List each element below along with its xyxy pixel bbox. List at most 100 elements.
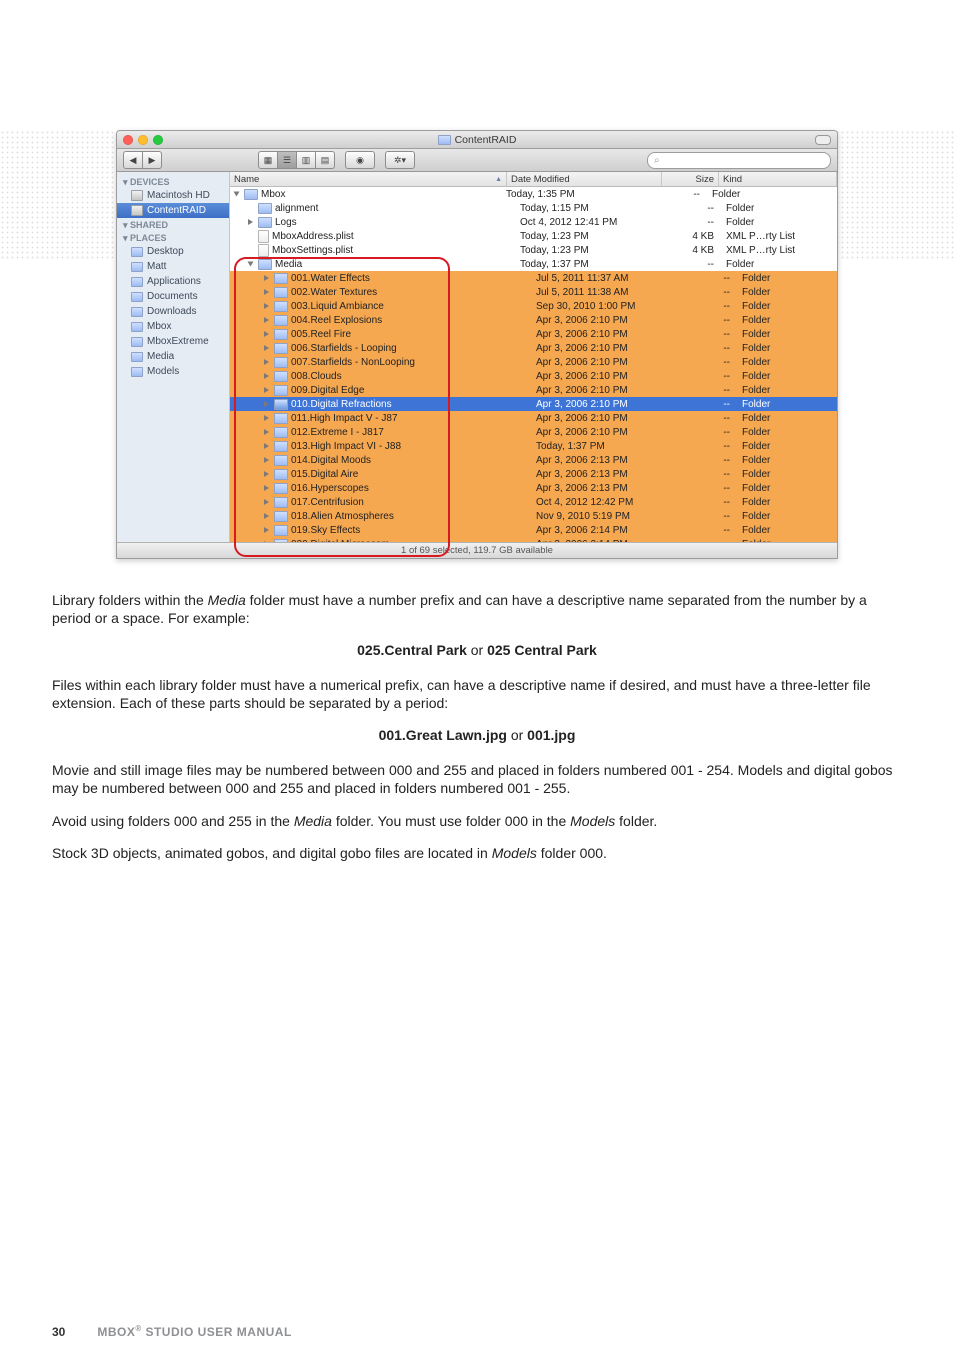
disclosure-triangle-icon[interactable] [264,275,269,281]
disclosure-triangle-icon[interactable] [264,373,269,379]
sidebar-item-label: Mbox [147,320,171,333]
disclosure-triangle-icon[interactable] [264,345,269,351]
file-row[interactable]: 009.Digital EdgeApr 3, 2006 2:10 PM--Fol… [230,383,837,397]
file-row[interactable]: 008.CloudsApr 3, 2006 2:10 PM--Folder [230,369,837,383]
disclosure-triangle-icon[interactable] [264,387,269,393]
cell-s: -- [682,483,736,494]
disclosure-triangle-icon[interactable] [264,317,269,323]
cell-k: Folder [736,497,837,508]
view-columns-button[interactable]: ▥ [297,151,316,169]
forward-button[interactable]: ▶ [143,151,162,169]
file-row[interactable]: MediaToday, 1:37 PM--Folder [230,257,837,271]
cell-k: Folder [736,441,837,452]
file-row[interactable]: 006.Starfields - LoopingApr 3, 2006 2:10… [230,341,837,355]
cell-d: Apr 3, 2006 2:10 PM [532,371,682,382]
disclosure-triangle-icon[interactable] [264,289,269,295]
disclosure-triangle-icon[interactable] [264,457,269,463]
sidebar-item[interactable]: Media [117,349,229,364]
sidebar-section[interactable]: ▾ SHARED [117,218,229,231]
folder-icon [274,287,288,298]
disclosure-triangle-icon[interactable] [264,303,269,309]
folder-icon [274,483,288,494]
cell-k: Folder [736,469,837,480]
back-button[interactable]: ◀ [123,151,143,169]
file-row[interactable]: 001.Water EffectsJul 5, 2011 11:37 AM--F… [230,271,837,285]
disclosure-triangle-icon[interactable] [264,499,269,505]
file-row[interactable]: 017.CentrifusionOct 4, 2012 12:42 PM--Fo… [230,495,837,509]
disclosure-triangle-icon[interactable] [234,192,240,197]
file-row[interactable]: 012.Extreme I - J817Apr 3, 2006 2:10 PM-… [230,425,837,439]
cell-k: Folder [706,189,837,200]
cell-s: -- [682,511,736,522]
file-row[interactable]: alignmentToday, 1:15 PM--Folder [230,201,837,215]
sidebar-item[interactable]: Mbox [117,319,229,334]
sidebar-item[interactable]: Matt [117,259,229,274]
disclosure-triangle-icon[interactable] [264,331,269,337]
sidebar-item[interactable]: Applications [117,274,229,289]
sidebar-item[interactable]: Documents [117,289,229,304]
cell-d: Today, 1:37 PM [532,441,682,452]
file-name: 017.Centrifusion [291,497,364,508]
disclosure-triangle-icon[interactable] [264,443,269,449]
file-name: MboxAddress.plist [272,231,354,242]
folder-icon [258,203,272,214]
cell-k: Folder [736,273,837,284]
column-headers[interactable]: Name▲ Date Modified Size Kind [230,172,837,187]
disclosure-triangle-icon[interactable] [264,527,269,533]
file-row[interactable]: 010.Digital RefractionsApr 3, 2006 2:10 … [230,397,837,411]
search-input[interactable]: ⌕ [647,152,831,169]
disclosure-triangle-icon[interactable] [264,541,269,542]
view-icons-button[interactable]: ▦ [258,151,278,169]
file-row[interactable]: 011.High Impact V - J87Apr 3, 2006 2:10 … [230,411,837,425]
disclosure-triangle-icon[interactable] [248,262,254,267]
sidebar-item[interactable]: Macintosh HD [117,188,229,203]
file-row[interactable]: 015.Digital AireApr 3, 2006 2:13 PM--Fol… [230,467,837,481]
disclosure-triangle-icon[interactable] [264,401,269,407]
file-row[interactable]: 002.Water TexturesJul 5, 2011 11:38 AM--… [230,285,837,299]
disclosure-triangle-icon[interactable] [264,471,269,477]
view-coverflow-button[interactable]: ▤ [316,151,335,169]
file-row[interactable]: LogsOct 4, 2012 12:41 PM--Folder [230,215,837,229]
file-icon [258,230,269,243]
action-button[interactable]: ✲▾ [385,151,415,169]
quicklook-button[interactable]: ◉ [345,151,375,169]
file-list[interactable]: MboxToday, 1:35 PM--FolderalignmentToday… [230,187,837,542]
file-row[interactable]: 005.Reel FireApr 3, 2006 2:10 PM--Folder [230,327,837,341]
file-row[interactable]: 014.Digital MoodsApr 3, 2006 2:13 PM--Fo… [230,453,837,467]
titlebar[interactable]: ContentRAID [117,131,837,149]
disclosure-triangle-icon[interactable] [264,359,269,365]
cell-k: Folder [736,343,837,354]
disclosure-triangle-icon[interactable] [264,485,269,491]
file-row[interactable]: 003.Liquid AmbianceSep 30, 2010 1:00 PM-… [230,299,837,313]
sidebar-item[interactable]: ContentRAID [117,203,229,218]
cell-s: 4 KB [666,245,720,256]
file-row[interactable]: 018.Alien AtmospheresNov 9, 2010 5:19 PM… [230,509,837,523]
file-row[interactable]: 004.Reel ExplosionsApr 3, 2006 2:10 PM--… [230,313,837,327]
file-row[interactable]: MboxToday, 1:35 PM--Folder [230,187,837,201]
file-row[interactable]: 016.HyperscopesApr 3, 2006 2:13 PM--Fold… [230,481,837,495]
sidebar-item[interactable]: MboxExtreme [117,334,229,349]
cell-k: XML P…rty List [720,231,837,242]
disclosure-triangle-icon[interactable] [264,429,269,435]
sidebar-item[interactable]: Downloads [117,304,229,319]
cell-s: -- [682,273,736,284]
view-list-button[interactable]: ☰ [278,151,297,169]
file-row[interactable]: MboxSettings.plistToday, 1:23 PM4 KBXML … [230,243,837,257]
sidebar-item[interactable]: Desktop [117,244,229,259]
disclosure-triangle-icon[interactable] [264,513,269,519]
toolbar-pill-icon[interactable] [815,135,831,145]
disclosure-triangle-icon[interactable] [248,219,253,225]
paragraph: Stock 3D objects, animated gobos, and di… [52,844,902,862]
file-row[interactable]: 020.Digital MicrocosmApr 3, 2006 2:14 PM… [230,537,837,542]
disclosure-triangle-icon[interactable] [264,415,269,421]
file-row[interactable]: 019.Sky EffectsApr 3, 2006 2:14 PM--Fold… [230,523,837,537]
sidebar-item[interactable]: Models [117,364,229,379]
file-row[interactable]: 007.Starfields - NonLoopingApr 3, 2006 2… [230,355,837,369]
sidebar-section[interactable]: ▾ DEVICES [117,175,229,188]
sidebar-section[interactable]: ▾ PLACES [117,231,229,244]
folder-icon [258,217,272,228]
cell-s: -- [682,301,736,312]
file-row[interactable]: 013.High Impact VI - J88Today, 1:37 PM--… [230,439,837,453]
home-icon [131,262,143,272]
file-row[interactable]: MboxAddress.plistToday, 1:23 PM4 KBXML P… [230,229,837,243]
